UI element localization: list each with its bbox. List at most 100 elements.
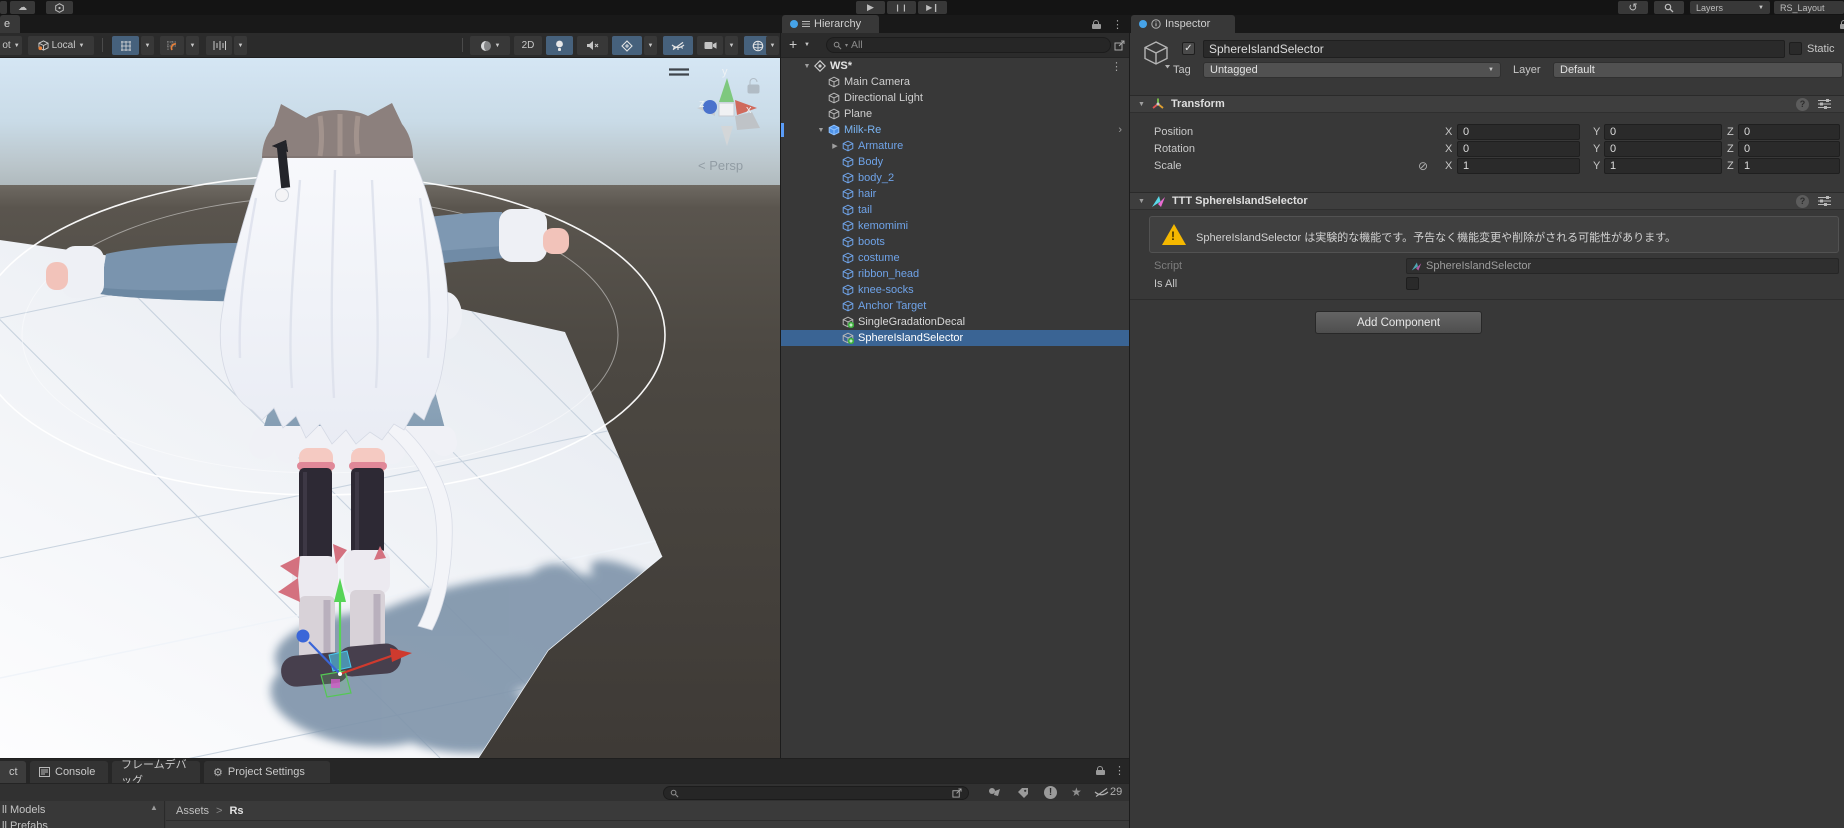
tab-frame-debug[interactable]: フレームデバッグ: [112, 761, 200, 783]
scale-z-field[interactable]: [1738, 158, 1840, 174]
play-button[interactable]: ▶: [856, 1, 885, 14]
create-button[interactable]: +: [789, 36, 797, 52]
hierarchy-item-armature[interactable]: ▶Armature: [781, 138, 1130, 154]
tab-project-cut[interactable]: ct: [0, 761, 26, 783]
hierarchy-item-anchor-target[interactable]: Anchor Target: [781, 298, 1130, 314]
asset-grid-area[interactable]: [166, 821, 1129, 828]
foldout-arrow[interactable]: ▶: [829, 142, 841, 150]
layers-dropdown[interactable]: Layers▼: [1690, 1, 1770, 14]
snap-options-caret[interactable]: ▼: [186, 36, 199, 55]
hierarchy-search-input[interactable]: ▾ All: [826, 37, 1111, 53]
hierarchy-item-tail[interactable]: tail: [781, 202, 1130, 218]
2d-toggle-button[interactable]: 2D: [514, 36, 542, 55]
tab-console[interactable]: Console: [30, 761, 108, 783]
hierarchy-item-kemomimi[interactable]: kemomimi: [781, 218, 1130, 234]
pick-window-icon[interactable]: [1114, 40, 1125, 51]
effects-button[interactable]: [612, 36, 642, 55]
account-button-cut[interactable]: [0, 1, 7, 14]
constrain-proportions-icon[interactable]: ⊘: [1418, 159, 1428, 173]
project-lock-icon[interactable]: [1096, 766, 1105, 775]
scene-viewport[interactable]: y x z < Persp: [0, 58, 780, 758]
presets-icon[interactable]: [1818, 98, 1831, 110]
scene-audio-button[interactable]: [577, 36, 608, 55]
project-menu-icon[interactable]: ⋮: [1114, 764, 1125, 777]
scale-x-field[interactable]: [1457, 158, 1580, 174]
effects-caret[interactable]: ▼: [644, 36, 657, 55]
is-all-checkbox[interactable]: [1406, 277, 1419, 290]
gizmo-z-ball[interactable]: [703, 100, 717, 114]
foldout-arrow[interactable]: ▼: [1138, 101, 1145, 108]
undo-history-button[interactable]: ↺: [1618, 1, 1648, 14]
add-component-button[interactable]: Add Component: [1315, 311, 1482, 334]
search-by-type-icon[interactable]: [988, 787, 1001, 799]
step-button[interactable]: ▶❙: [918, 1, 947, 14]
ttt-component-header[interactable]: ▼ TTT SphereIslandSelector ?: [1130, 192, 1844, 210]
camera-settings-button[interactable]: [697, 36, 723, 55]
hierarchy-item-body[interactable]: Body: [781, 154, 1130, 170]
static-checkbox[interactable]: [1789, 42, 1802, 55]
cloud-button[interactable]: ☁: [10, 1, 35, 14]
layout-dropdown[interactable]: RS_Layout: [1774, 1, 1844, 14]
scroll-up-icon[interactable]: ▲: [150, 803, 158, 812]
active-checkbox[interactable]: ✓: [1182, 42, 1195, 55]
foldout-arrow[interactable]: ▼: [815, 127, 827, 134]
services-button[interactable]: [46, 1, 73, 14]
error-filter-icon[interactable]: !: [1044, 786, 1057, 799]
breadcrumb-current[interactable]: Rs: [229, 805, 243, 817]
tag-dropdown[interactable]: Untagged▼: [1203, 62, 1501, 78]
pause-button[interactable]: ❙❙: [887, 1, 916, 14]
hierarchy-item-body-2[interactable]: body_2: [781, 170, 1130, 186]
transform-header[interactable]: ▼ Transform ?: [1130, 95, 1844, 113]
help-icon[interactable]: ?: [1796, 195, 1809, 208]
label-tag-icon[interactable]: [1017, 787, 1029, 799]
camera-caret[interactable]: ▼: [725, 36, 738, 55]
hierarchy-lock-icon[interactable]: [1092, 20, 1101, 29]
favorite-all-models[interactable]: ll Models: [0, 801, 164, 816]
inspector-lock-icon[interactable]: [1840, 20, 1844, 29]
position-z-field[interactable]: [1738, 124, 1840, 140]
hierarchy-item-ribbon-head[interactable]: ribbon_head: [781, 266, 1130, 282]
grid-options-caret[interactable]: ▼: [141, 36, 154, 55]
draw-mode-dropdown[interactable]: ▼: [470, 36, 510, 55]
pivot-dropdown-cut[interactable]: ot▼: [0, 36, 22, 55]
hierarchy-item-costume[interactable]: costume: [781, 250, 1130, 266]
handle-space-dropdown[interactable]: Local▼: [28, 36, 94, 55]
tab-project-settings[interactable]: ⚙ Project Settings: [204, 761, 330, 783]
snap-grid-button[interactable]: [160, 36, 184, 55]
increment-caret[interactable]: ▼: [234, 36, 247, 55]
project-search-input[interactable]: [663, 786, 969, 800]
rotation-z-field[interactable]: [1738, 141, 1840, 157]
scene-visibility-button[interactable]: [663, 36, 693, 55]
hierarchy-item-main-camera[interactable]: Main Camera: [781, 74, 1130, 90]
rotation-y-field[interactable]: [1604, 141, 1722, 157]
scene-header-row[interactable]: ▼ WS* ⋮: [781, 58, 1130, 74]
hierarchy-item-plane[interactable]: Plane: [781, 106, 1130, 122]
presets-icon[interactable]: [1818, 195, 1831, 207]
gameobject-name-field[interactable]: [1203, 40, 1785, 58]
favorites-star-icon[interactable]: ★: [1071, 785, 1082, 799]
position-x-field[interactable]: [1457, 124, 1580, 140]
snap-increment-button[interactable]: [206, 36, 232, 55]
position-y-field[interactable]: [1604, 124, 1722, 140]
hierarchy-menu-icon[interactable]: ⋮: [1112, 18, 1123, 31]
tab-hierarchy[interactable]: Hierarchy: [782, 15, 879, 33]
favorite-all-prefabs[interactable]: ll Prefabs: [0, 816, 164, 828]
hierarchy-item-singlegradationdecal[interactable]: SingleGradationDecal: [781, 314, 1130, 330]
scale-y-field[interactable]: [1604, 158, 1722, 174]
gizmos-caret[interactable]: ▼: [766, 36, 779, 55]
tab-scene-cut[interactable]: e: [0, 15, 20, 33]
scene-lighting-button[interactable]: [546, 36, 573, 55]
foldout-arrow[interactable]: ▼: [1138, 198, 1145, 205]
hidden-count-eye-icon[interactable]: [1094, 787, 1109, 798]
help-icon[interactable]: ?: [1796, 98, 1809, 111]
hierarchy-item-milk-re[interactable]: ▼Milk-Re›: [781, 122, 1130, 138]
rotation-x-field[interactable]: [1457, 141, 1580, 157]
search-everything-button[interactable]: [1654, 1, 1684, 14]
script-object-field[interactable]: SphereIslandSelector: [1406, 258, 1839, 274]
tab-inspector[interactable]: Inspector: [1131, 15, 1235, 33]
breadcrumb-assets[interactable]: Assets: [176, 805, 209, 817]
foldout-arrow[interactable]: ▼: [801, 63, 813, 70]
grid-visibility-button[interactable]: [112, 36, 139, 55]
hierarchy-item-sphereislandselector[interactable]: SphereIslandSelector: [781, 330, 1130, 346]
chevron-right-icon[interactable]: ›: [1118, 124, 1122, 136]
